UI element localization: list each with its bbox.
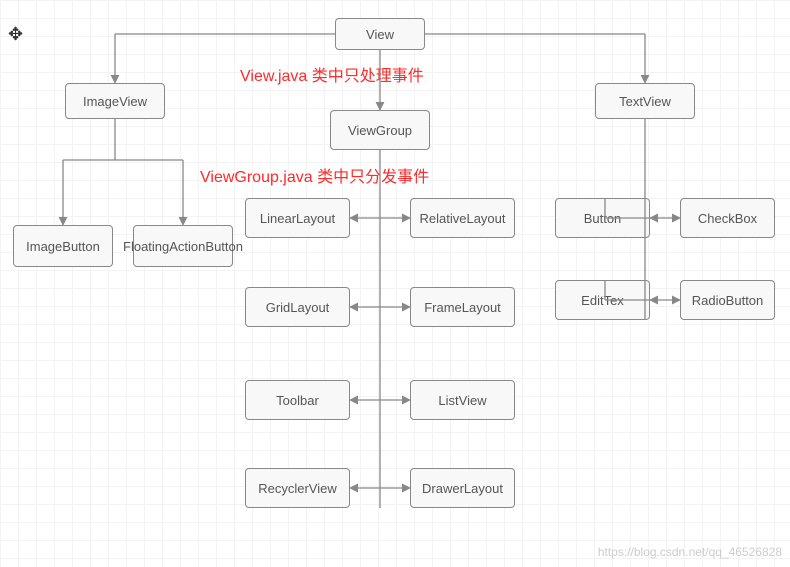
node-imageview: ImageView	[65, 83, 165, 119]
node-viewgroup: ViewGroup	[330, 110, 430, 150]
node-gridlayout: GridLayout	[245, 287, 350, 327]
node-relativelayout: RelativeLayout	[410, 198, 515, 238]
node-listview: ListView	[410, 380, 515, 420]
watermark: https://blog.csdn.net/qq_46526828	[598, 545, 782, 559]
node-checkbox: CheckBox	[680, 198, 775, 238]
annotation-view: View.java 类中只处理事件	[240, 62, 424, 86]
node-edittex: EditTex	[555, 280, 650, 320]
node-button: Button	[555, 198, 650, 238]
node-fab: FloatingActionButton	[133, 225, 233, 267]
node-linearlayout: LinearLayout	[245, 198, 350, 238]
annotation-viewgroup: ViewGroup.java 类中只分发事件	[200, 163, 429, 187]
node-view: View	[335, 18, 425, 50]
node-framelayout: FrameLayout	[410, 287, 515, 327]
cursor-icon: ✥	[8, 24, 23, 45]
node-toolbar: Toolbar	[245, 380, 350, 420]
node-drawerlayout: DrawerLayout	[410, 468, 515, 508]
node-recyclerview: RecyclerView	[245, 468, 350, 508]
node-textview: TextView	[595, 83, 695, 119]
node-radiobutton: RadioButton	[680, 280, 775, 320]
node-imagebutton: ImageButton	[13, 225, 113, 267]
diagram-canvas: ✥ View View.java 类中只处理事件 ViewGroup.java …	[0, 0, 790, 567]
